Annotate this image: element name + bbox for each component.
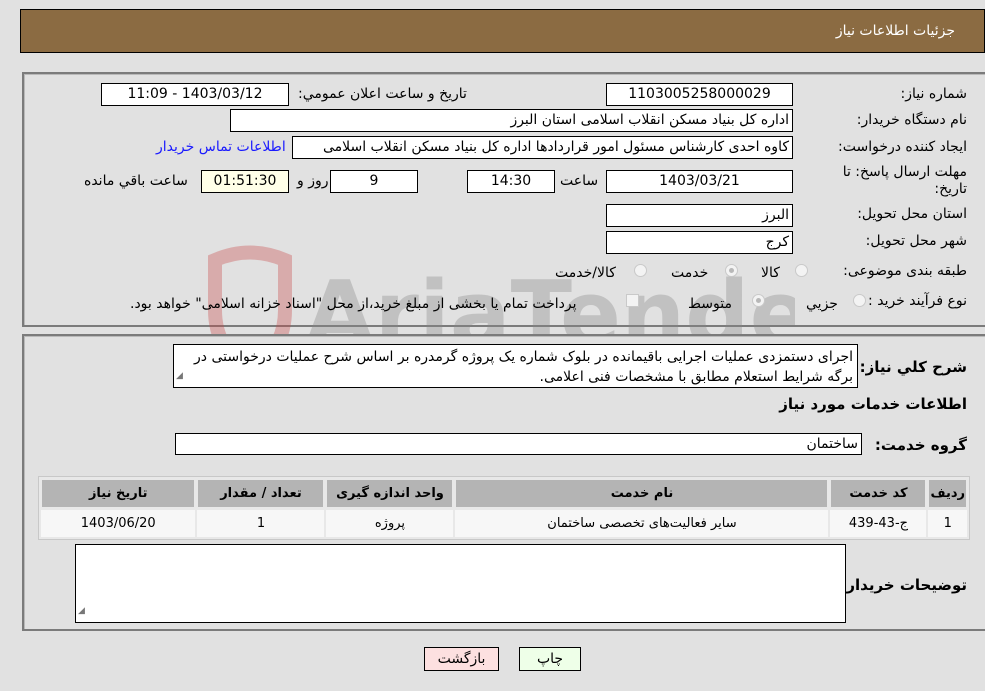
col-need-date: تاريخ نياز bbox=[41, 479, 196, 508]
deadline-date-field: 1403/03/21 bbox=[606, 170, 793, 193]
city-label: شهر محل تحويل: bbox=[865, 233, 967, 249]
back-button[interactable]: بازگشت bbox=[424, 647, 499, 671]
deadline-time-label: ساعت bbox=[560, 173, 599, 189]
buyer-notes-label: توضيحات خريدار: bbox=[840, 576, 967, 594]
cell-unit: پروژه bbox=[326, 510, 454, 537]
category-label: طبقه بندی موضوعی: bbox=[843, 263, 967, 279]
days-remaining-field: 9 bbox=[330, 170, 418, 193]
treasury-note: پرداخت تمام یا بخشی از مبلغ خرید،از محل … bbox=[130, 296, 577, 312]
cell-quantity: 1 bbox=[197, 510, 325, 537]
time-remaining-label: ساعت باقي مانده bbox=[84, 173, 188, 189]
buyer-name-label: نام دستگاه خريدار: bbox=[856, 112, 967, 128]
col-quantity: تعداد / مقدار bbox=[197, 479, 325, 508]
services-section-title: اطلاعات خدمات مورد نياز bbox=[779, 395, 967, 413]
buyer-contact-link[interactable]: اطلاعات تماس خریدار bbox=[156, 139, 286, 155]
col-row-number: رديف bbox=[928, 479, 967, 508]
resize-grip-icon[interactable]: ◢ bbox=[176, 366, 183, 386]
need-number-label: شماره نیاز: bbox=[900, 86, 968, 102]
requester-field: کاوه احدی کارشناس مسئول امور قراردادها ا… bbox=[292, 136, 793, 159]
cell-need-date: 1403/06/20 bbox=[41, 510, 196, 537]
page-title: جزئیات اطلاعات نیاز bbox=[835, 23, 955, 39]
cell-row-number: 1 bbox=[928, 510, 967, 537]
announce-datetime-field: 1403/03/12 - 11:09 bbox=[101, 83, 289, 106]
services-table: رديف کد خدمت نام خدمت واحد اندازه گيری ت… bbox=[38, 476, 970, 540]
table-row: 1 ج-43-439 سایر فعالیت‌های تخصصی ساختمان… bbox=[41, 510, 967, 537]
deadline-time-field: 14:30 bbox=[467, 170, 555, 193]
process-option-minor-label: جزيي bbox=[806, 296, 838, 312]
announce-datetime-label: تاريخ و ساعت اعلان عمومي: bbox=[298, 86, 467, 102]
deadline-label: مهلت ارسال پاسخ: تا تاریخ: bbox=[842, 164, 967, 197]
description-text: اجرای دستمزدی عملیات اجرایی باقیمانده در… bbox=[194, 349, 853, 385]
category-option-goods-service-label: کالا/خدمت bbox=[555, 265, 616, 281]
col-unit: واحد اندازه گيری bbox=[326, 479, 454, 508]
need-number-field: 1103005258000029 bbox=[606, 83, 793, 106]
cell-service-code: ج-43-439 bbox=[830, 510, 927, 537]
cell-service-name: سایر فعالیت‌های تخصصی ساختمان bbox=[455, 510, 829, 537]
requester-label: ايجاد کننده درخواست: bbox=[838, 139, 967, 155]
category-radio-goods-service[interactable] bbox=[634, 264, 647, 277]
description-label: شرح کلي نياز: bbox=[859, 358, 967, 376]
category-radio-service[interactable] bbox=[725, 264, 738, 277]
time-remaining-field: 01:51:30 bbox=[201, 170, 289, 193]
col-service-code: کد خدمت bbox=[830, 479, 927, 508]
process-radio-medium[interactable] bbox=[752, 294, 765, 307]
resize-grip-icon[interactable]: ◢ bbox=[78, 601, 85, 621]
buyer-name-field: اداره کل بنیاد مسکن انقلاب اسلامی استان … bbox=[230, 109, 793, 132]
print-button[interactable]: چاپ bbox=[519, 647, 581, 671]
description-textarea[interactable]: اجرای دستمزدی عملیات اجرایی باقیمانده در… bbox=[173, 344, 858, 388]
treasury-checkbox[interactable] bbox=[626, 294, 639, 307]
purchase-process-label: نوع فرآيند خريد : bbox=[868, 293, 967, 309]
province-field: البرز bbox=[606, 204, 793, 227]
service-group-field: ساختمان bbox=[175, 433, 862, 455]
service-group-label: گروه خدمت: bbox=[874, 436, 967, 454]
col-service-name: نام خدمت bbox=[455, 479, 829, 508]
category-option-service-label: خدمت bbox=[671, 265, 709, 281]
category-option-goods-label: کالا bbox=[761, 265, 780, 281]
city-field: کرج bbox=[606, 231, 793, 254]
buyer-notes-textarea[interactable]: ◢ bbox=[75, 544, 846, 623]
table-header-row: رديف کد خدمت نام خدمت واحد اندازه گيری ت… bbox=[41, 479, 967, 508]
category-radio-goods[interactable] bbox=[795, 264, 808, 277]
province-label: استان محل تحويل: bbox=[857, 206, 967, 222]
page-header: جزئیات اطلاعات نیاز bbox=[20, 9, 985, 53]
days-label: روز و bbox=[297, 173, 329, 189]
process-option-medium-label: متوسط bbox=[688, 296, 732, 312]
process-radio-minor[interactable] bbox=[853, 294, 866, 307]
